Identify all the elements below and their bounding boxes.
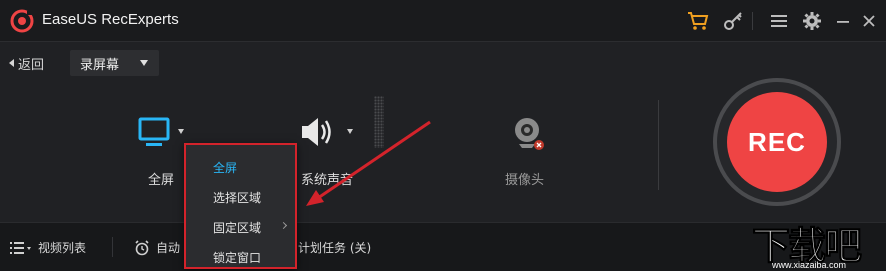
menu-item-fullscreen[interactable]: 全屏 bbox=[186, 155, 295, 179]
screen-tool-label: 全屏 bbox=[148, 173, 175, 188]
alarm-clock-icon bbox=[135, 239, 149, 255]
rec-button-ring: REC bbox=[713, 78, 841, 206]
watermark-logo: 下载吧 www.xiazaiba.com bbox=[748, 213, 886, 271]
auto-stop-label: 自动 bbox=[156, 241, 181, 255]
menu-item-fixed-region[interactable]: 固定区域 bbox=[186, 215, 295, 239]
app-logo-icon bbox=[10, 9, 34, 33]
menu-item-label: 全屏 bbox=[213, 160, 238, 175]
video-list-label: 视频列表 bbox=[38, 241, 87, 255]
webcam-tool-button[interactable] bbox=[510, 114, 548, 156]
audio-tool-label: 系统声音 bbox=[301, 173, 354, 188]
audio-tool-button[interactable] bbox=[300, 116, 360, 156]
bottom-divider bbox=[112, 237, 113, 257]
rec-button[interactable]: REC bbox=[727, 92, 827, 192]
menu-item-label: 锁定窗口 bbox=[213, 250, 262, 265]
rec-button-label: REC bbox=[748, 126, 806, 157]
app-title: EaseUS RecExperts bbox=[42, 11, 179, 28]
screen-mode-dropdown: 全屏 选择区域 固定区域 锁定窗口 bbox=[184, 143, 297, 269]
speaker-icon bbox=[302, 118, 353, 146]
titlebar-divider bbox=[752, 12, 753, 30]
chevron-down-icon bbox=[140, 60, 148, 66]
divider-dots bbox=[374, 96, 384, 148]
watermark-url: www.xiazaiba.com bbox=[772, 260, 847, 270]
screen-tool-button[interactable] bbox=[138, 116, 190, 156]
auto-stop-button[interactable]: 自动 bbox=[134, 239, 180, 256]
mode-select-value: 录屏幕 bbox=[80, 57, 120, 73]
gear-icon[interactable] bbox=[800, 9, 824, 33]
back-button[interactable]: 返回 bbox=[9, 54, 45, 73]
rec-divider bbox=[658, 100, 659, 190]
back-arrow-icon bbox=[9, 59, 14, 67]
webcam-tool-label: 摄像头 bbox=[505, 173, 545, 188]
schedule-task-label: 计划任务 (关) bbox=[298, 241, 372, 255]
title-bar: EaseUS RecExperts bbox=[0, 0, 886, 42]
schedule-task-button[interactable]: 计划任务 (关) bbox=[298, 239, 371, 256]
monitor-icon bbox=[138, 117, 184, 146]
cart-icon[interactable] bbox=[686, 9, 710, 33]
menu-icon[interactable] bbox=[767, 9, 791, 33]
menu-item-lock-window[interactable]: 锁定窗口 bbox=[186, 245, 295, 269]
app-window: EaseUS RecExperts 返回 录屏幕 全屏 系统声音 摄像头 REC… bbox=[0, 0, 886, 271]
key-icon[interactable] bbox=[721, 9, 745, 33]
list-icon bbox=[10, 241, 31, 254]
minimize-icon[interactable] bbox=[831, 9, 855, 33]
mode-select[interactable]: 录屏幕 bbox=[70, 50, 159, 76]
close-icon[interactable] bbox=[857, 9, 881, 33]
back-button-label: 返回 bbox=[18, 57, 45, 73]
chevron-right-icon bbox=[279, 221, 288, 230]
menu-item-select-region[interactable]: 选择区域 bbox=[186, 185, 295, 209]
menu-item-label: 固定区域 bbox=[213, 220, 262, 235]
menu-item-label: 选择区域 bbox=[213, 190, 262, 205]
webcam-icon bbox=[515, 118, 544, 150]
video-list-button[interactable]: 视频列表 bbox=[10, 239, 86, 256]
